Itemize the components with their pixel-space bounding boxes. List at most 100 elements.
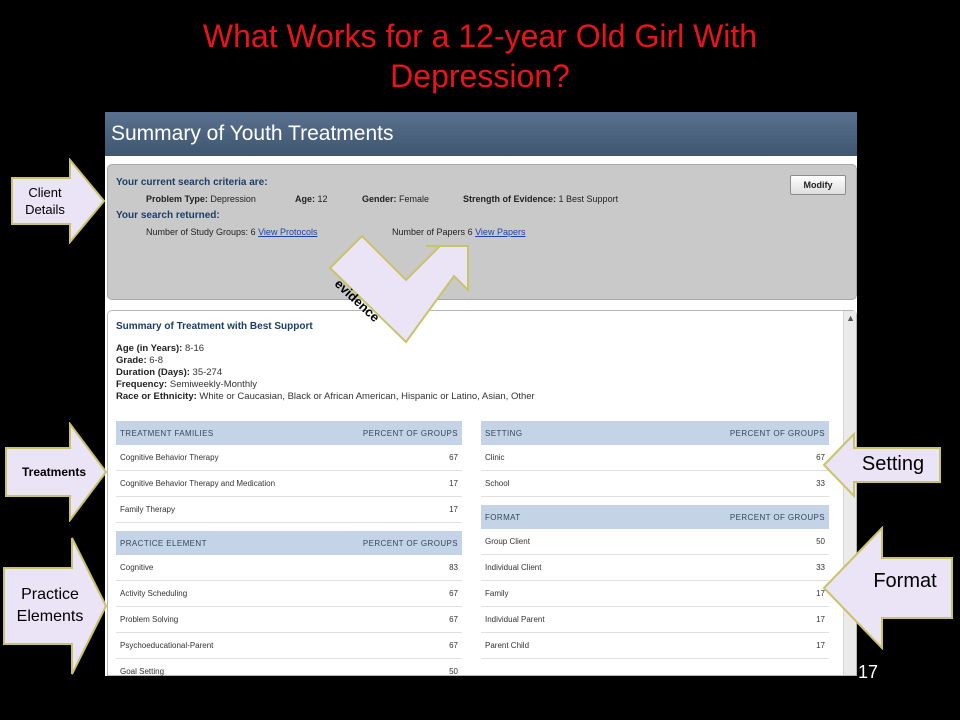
treatment-name: Family Therapy xyxy=(116,496,328,523)
practice-name: Goal Setting xyxy=(116,658,288,676)
summary-frequency-label: Frequency: xyxy=(116,379,168,390)
practice-pct: 67 xyxy=(287,580,462,607)
setting-name: School xyxy=(481,470,588,497)
format-name: Individual Parent xyxy=(481,606,619,633)
summary-frequency: Frequency: Semiweekly-Monthly xyxy=(116,379,257,390)
summary-frequency-value: Semiweekly-Monthly xyxy=(169,379,257,390)
table-row: Individual Parent 17 xyxy=(481,606,829,633)
format-name: Parent Child xyxy=(481,632,619,659)
client-details-label-2: Details xyxy=(25,202,65,217)
problem-type: Problem Type: Depression xyxy=(146,194,256,204)
format-label: Format xyxy=(873,570,937,592)
table-row: Cognitive Behavior Therapy and Medicatio… xyxy=(116,470,462,497)
practice-name: Psychoeducational-Parent xyxy=(116,632,288,659)
practice-elements-pct-header: PERCENT OF GROUPS xyxy=(287,531,462,555)
table-row: Clinic 67 xyxy=(481,445,829,471)
summary-age: Age (in Years): 8-16 xyxy=(116,343,204,354)
summary-age-value: 8-16 xyxy=(185,343,205,354)
practice-elements-callout: Practice Elements xyxy=(2,536,108,676)
treatments-label: Treatments xyxy=(21,465,87,479)
practice-pct: 67 xyxy=(287,632,462,659)
modify-button[interactable]: Modify xyxy=(790,175,846,195)
format-name: Family xyxy=(481,580,619,607)
table-row: Cognitive 83 xyxy=(116,555,462,581)
summary-duration-label: Duration (Days): xyxy=(116,367,190,378)
summary-grade-label: Grade: xyxy=(116,355,147,366)
practice-name: Problem Solving xyxy=(116,606,288,633)
setting-name: Clinic xyxy=(481,445,588,471)
table-row: Cognitive Behavior Therapy 67 xyxy=(116,445,462,471)
table-row: Activity Scheduling 67 xyxy=(116,580,462,607)
slide-title-line2: Depression? xyxy=(390,58,570,94)
view-protocols-link[interactable]: View Protocols xyxy=(258,227,317,237)
age-value: 12 xyxy=(317,194,328,204)
table-row: Parent Child 17 xyxy=(481,632,829,659)
practice-label-1: Practice xyxy=(21,586,79,603)
returned-heading: Your search returned: xyxy=(116,210,220,221)
summary-age-label: Age (in Years): xyxy=(116,343,183,354)
practice-pct: 67 xyxy=(287,606,462,633)
practice-elements-header: PRACTICE ELEMENT xyxy=(116,531,288,555)
study-groups-label: Number of Study Groups: xyxy=(146,227,249,237)
practice-name: Activity Scheduling xyxy=(116,580,288,607)
scroll-up-icon[interactable]: ▲ xyxy=(846,313,855,323)
treatment-families-pct-header: PERCENT OF GROUPS xyxy=(327,421,462,445)
age-criterion: Age: 12 xyxy=(295,194,328,204)
format-table: FORMAT PERCENT OF GROUPS Group Client 50… xyxy=(481,505,829,659)
table-row: Family 17 xyxy=(481,580,829,607)
format-header: FORMAT xyxy=(481,505,619,529)
summary-race-value: White or Caucasian, Black or African Ame… xyxy=(199,391,535,402)
summary-race-label: Race or Ethnicity: xyxy=(116,391,197,402)
study-groups-value: 6 xyxy=(250,227,256,237)
setting-pct-header: PERCENT OF GROUPS xyxy=(587,421,829,445)
problem-type-value: Depression xyxy=(210,194,256,204)
results-panel: Summary of Treatment with Best Support A… xyxy=(107,310,857,676)
client-details-callout: Client Details xyxy=(10,158,106,244)
criteria-heading: Your current search criteria are: xyxy=(116,177,268,188)
treatment-pct: 17 xyxy=(327,496,462,523)
slide-title-line1: What Works for a 12-year Old Girl With xyxy=(202,18,758,54)
setting-pct: 67 xyxy=(587,445,829,471)
table-row: Individual Client 33 xyxy=(481,554,829,581)
treatment-name: Cognitive Behavior Therapy xyxy=(116,445,328,471)
client-details-label-1: Client xyxy=(28,185,62,200)
practice-name: Cognitive xyxy=(116,555,288,581)
format-pct-header: PERCENT OF GROUPS xyxy=(618,505,829,529)
search-criteria-panel: Your current search criteria are: Proble… xyxy=(107,164,857,300)
view-papers-link[interactable]: View Papers xyxy=(475,227,525,237)
table-row: School 33 xyxy=(481,470,829,497)
app-title: Summary of Youth Treatments xyxy=(105,112,857,156)
format-callout: Format xyxy=(822,526,954,650)
practice-pct: 50 xyxy=(287,658,462,676)
table-row: Goal Setting 50 xyxy=(116,658,462,676)
setting-header: SETTING xyxy=(481,421,588,445)
treatment-pct: 17 xyxy=(327,470,462,497)
evidence-value: 1 Best Support xyxy=(558,194,619,204)
format-pct: 17 xyxy=(618,606,829,633)
summary-race: Race or Ethnicity: White or Caucasian, B… xyxy=(116,391,535,402)
treatment-families-header: TREATMENT FAMILIES xyxy=(116,421,328,445)
gender-criterion: Gender: Female xyxy=(362,194,429,204)
gender-value: Female xyxy=(399,194,430,204)
summary-grade-value: 6-8 xyxy=(149,355,163,366)
evidence-label: Strength of Evidence: xyxy=(463,194,557,204)
practice-label-2: Elements xyxy=(16,608,84,625)
format-pct: 17 xyxy=(618,580,829,607)
table-row: Psychoeducational-Parent 67 xyxy=(116,632,462,659)
treatments-callout: Treatments xyxy=(4,422,108,522)
summary-duration-value: 35-274 xyxy=(192,367,223,378)
problem-type-label: Problem Type: xyxy=(146,194,208,204)
table-row: Group Client 50 xyxy=(481,529,829,555)
age-label: Age: xyxy=(295,194,315,204)
practice-elements-table: PRACTICE ELEMENT PERCENT OF GROUPS Cogni… xyxy=(116,531,462,676)
setting-callout: Setting xyxy=(822,432,942,498)
app-window: Summary of Youth Treatments Your current… xyxy=(105,112,857,676)
setting-table: SETTING PERCENT OF GROUPS Clinic 67 Scho… xyxy=(481,421,829,497)
evidence-callout: evidence xyxy=(328,232,470,344)
summary-grade: Grade: 6-8 xyxy=(116,355,163,366)
gender-label: Gender: xyxy=(362,194,397,204)
table-row: Family Therapy 17 xyxy=(116,496,462,523)
treatment-name: Cognitive Behavior Therapy and Medicatio… xyxy=(116,470,328,497)
format-pct: 33 xyxy=(618,554,829,581)
evidence-criterion: Strength of Evidence: 1 Best Support xyxy=(463,194,618,204)
